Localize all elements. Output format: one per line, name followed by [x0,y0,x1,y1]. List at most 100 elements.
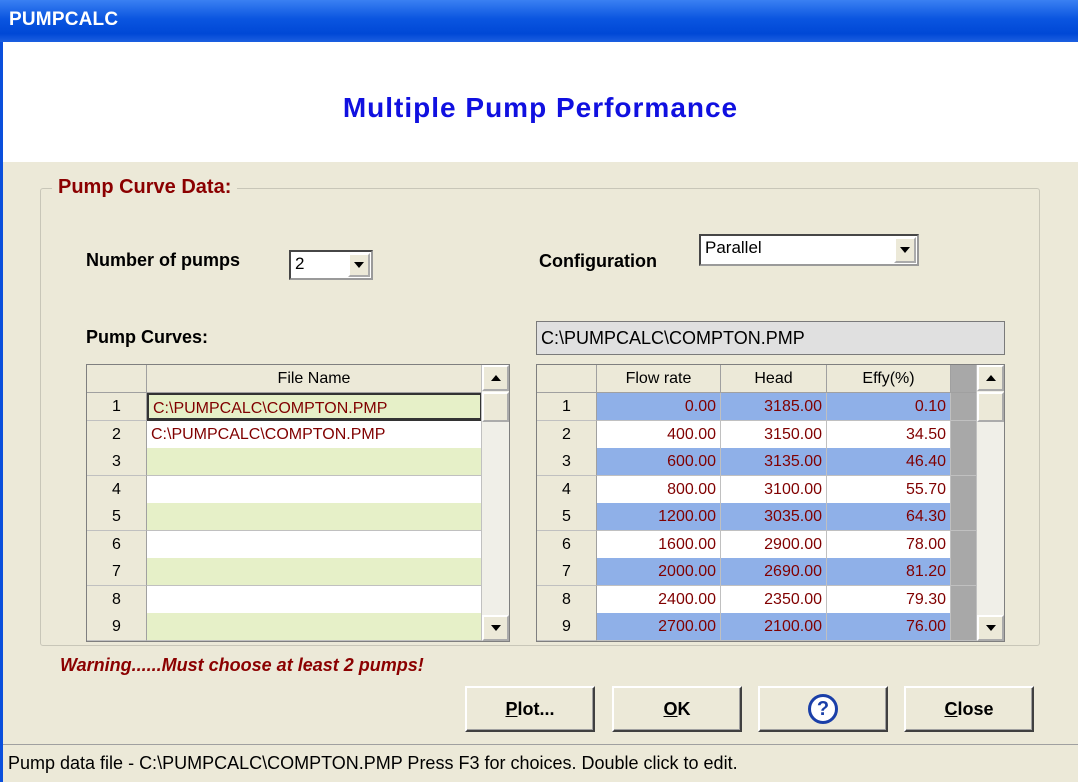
data-grid-row[interactable]: 3 600.00 3135.00 46.40 [537,448,977,476]
data-grid-scrollbar[interactable] [976,365,1004,641]
file-grid-row[interactable]: 2 C:\PUMPCALC\COMPTON.PMP [87,420,482,449]
page-title: Multiple Pump Performance [342,92,739,123]
status-bar: Pump data file - C:\PUMPCALC\COMPTON.PMP… [3,744,1078,782]
file-name-cell[interactable] [147,585,482,614]
file-grid-row[interactable]: 9 [87,613,482,641]
row-number: 3 [537,448,597,476]
filler-cell [951,503,977,531]
configuration-value: Parallel [705,238,762,257]
data-grid-row[interactable]: 1 0.00 3185.00 0.10 [537,393,977,421]
row-number: 6 [537,530,597,559]
data-grid-row[interactable]: 2 400.00 3150.00 34.50 [537,420,977,449]
head-cell[interactable]: 2690.00 [721,558,827,586]
file-grid-scrollbar[interactable] [481,365,509,641]
scroll-down-button[interactable] [977,615,1004,641]
plot-button[interactable]: Plot... [465,686,595,732]
efficiency-cell[interactable]: 46.40 [827,448,951,476]
file-name-cell[interactable] [147,613,482,641]
file-grid-row[interactable]: 6 [87,530,482,559]
file-name-cell[interactable]: C:\PUMPCALC\COMPTON.PMP [147,393,482,421]
flow-rate-cell[interactable]: 400.00 [597,420,721,449]
file-name-cell[interactable]: C:\PUMPCALC\COMPTON.PMP [147,420,482,449]
data-grid-row[interactable]: 5 1200.00 3035.00 64.30 [537,503,977,531]
plot-label: lot... [517,699,555,719]
file-grid-row[interactable]: 4 [87,475,482,504]
file-name-cell[interactable] [147,558,482,586]
row-number: 8 [87,585,147,614]
configuration-label: Configuration [539,251,657,271]
flow-rate-cell[interactable]: 0.00 [597,393,721,421]
head-cell[interactable]: 2900.00 [721,530,827,559]
filler-cell [951,530,977,559]
filler-cell [951,585,977,614]
flow-rate-cell[interactable]: 2000.00 [597,558,721,586]
efficiency-cell[interactable]: 64.30 [827,503,951,531]
data-grid-row[interactable]: 9 2700.00 2100.00 76.00 [537,613,977,641]
efficiency-cell[interactable]: 78.00 [827,530,951,559]
efficiency-header: Effy(%) [827,365,951,393]
flow-rate-cell[interactable]: 800.00 [597,475,721,504]
efficiency-cell[interactable]: 79.30 [827,585,951,614]
head-cell[interactable]: 3100.00 [721,475,827,504]
data-grid-row[interactable]: 4 800.00 3100.00 55.70 [537,475,977,504]
data-grid-row[interactable]: 7 2000.00 2690.00 81.20 [537,558,977,586]
data-grid-row[interactable]: 8 2400.00 2350.00 79.30 [537,585,977,614]
flow-rate-cell[interactable]: 600.00 [597,448,721,476]
efficiency-cell[interactable]: 34.50 [827,420,951,449]
pump-data-grid[interactable]: Flow rate Head Effy(%) 1 0.00 3185.00 0.10 2… [536,364,1005,642]
current-file-path: C:\PUMPCALC\COMPTON.PMP [536,321,1005,355]
file-grid-row[interactable]: 3 [87,448,482,476]
flow-rate-cell[interactable]: 1200.00 [597,503,721,531]
scroll-up-button[interactable] [977,365,1004,391]
flow-rate-cell[interactable]: 2400.00 [597,585,721,614]
ok-button[interactable]: OK [612,686,742,732]
help-button[interactable]: ? [758,686,888,732]
file-name-cell[interactable] [147,448,482,476]
close-button[interactable]: Close [904,686,1034,732]
group-title: Pump Curve Data: [52,176,238,199]
file-grid-row[interactable]: 7 [87,558,482,586]
scroll-down-button[interactable] [482,615,509,641]
filler-cell [951,558,977,586]
file-name-cell[interactable] [147,503,482,531]
head-cell[interactable]: 3035.00 [721,503,827,531]
row-number-header [537,365,597,393]
file-grid[interactable]: File Name 1 C:\PUMPCALC\COMPTON.PMP 2 C:\PU… [86,364,510,642]
head-cell[interactable]: 2100.00 [721,613,827,641]
row-number: 4 [537,475,597,504]
flow-rate-cell[interactable]: 1600.00 [597,530,721,559]
efficiency-cell[interactable]: 55.70 [827,475,951,504]
flow-rate-cell[interactable]: 2700.00 [597,613,721,641]
chevron-down-icon [490,625,501,631]
plot-accelerator: P [505,699,518,719]
file-grid-row[interactable]: 5 [87,503,482,531]
number-of-pumps-value: 2 [295,254,305,273]
file-name-header: File Name [147,365,482,393]
head-cell[interactable]: 3185.00 [721,393,827,421]
efficiency-cell[interactable]: 81.20 [827,558,951,586]
file-name-cell[interactable] [147,475,482,504]
scroll-thumb[interactable] [482,392,509,422]
pump-curves-label: Pump Curves: [86,327,209,347]
filler-cell [951,420,977,449]
file-grid-row[interactable]: 8 [87,585,482,614]
row-number-header [87,365,147,393]
head-cell[interactable]: 2350.00 [721,585,827,614]
configuration-select[interactable]: Parallel [699,234,919,266]
scroll-thumb[interactable] [977,392,1004,422]
help-icon: ? [808,694,838,724]
data-grid-row[interactable]: 6 1600.00 2900.00 78.00 [537,530,977,559]
efficiency-cell[interactable]: 0.10 [827,393,951,421]
row-number: 7 [537,558,597,586]
head-cell[interactable]: 3135.00 [721,448,827,476]
file-name-cell[interactable] [147,530,482,559]
number-of-pumps-select[interactable]: 2 [289,250,373,280]
head-cell[interactable]: 3150.00 [721,420,827,449]
scroll-up-button[interactable] [482,365,509,391]
chevron-down-icon[interactable] [348,253,370,277]
row-number: 2 [87,420,147,449]
row-number: 9 [537,613,597,641]
file-grid-row[interactable]: 1 C:\PUMPCALC\COMPTON.PMP [87,393,482,421]
chevron-down-icon[interactable] [894,237,916,263]
efficiency-cell[interactable]: 76.00 [827,613,951,641]
